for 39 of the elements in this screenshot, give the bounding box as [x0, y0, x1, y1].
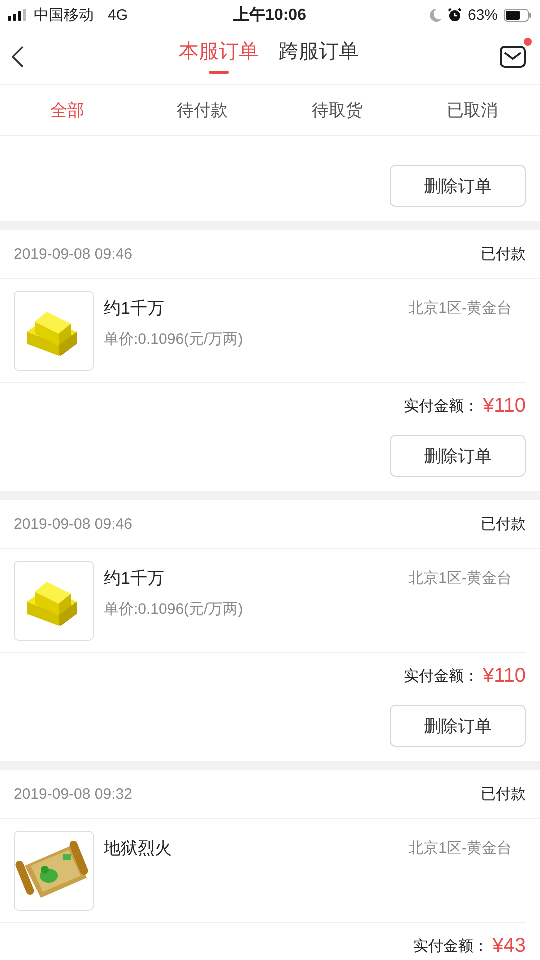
order-tab[interactable]: 跨服订单 — [279, 30, 359, 84]
filter-tab[interactable]: 全部 — [0, 85, 135, 135]
order-status: 已付款 — [481, 784, 526, 804]
order-status: 已付款 — [481, 514, 526, 534]
server-name: 北京1区-黄金台 — [408, 839, 512, 858]
total-amount: ¥110 — [482, 394, 526, 418]
total-amount: ¥43 — [492, 934, 526, 958]
moon-icon — [430, 8, 442, 22]
filter-tab[interactable]: 待付款 — [135, 85, 270, 135]
order-date: 2019-09-08 09:32 — [14, 786, 132, 802]
order-tab[interactable]: 本服订单 — [179, 30, 259, 84]
total-label: 实付金额： — [404, 396, 479, 416]
filter-tab[interactable]: 已取消 — [405, 85, 540, 135]
total-label: 实付金额： — [404, 666, 479, 686]
network-type: 4G — [108, 6, 128, 24]
delete-order-button[interactable]: 删除订单 — [390, 705, 526, 747]
order-date: 2019-09-08 09:46 — [14, 516, 132, 532]
product-name: 地狱烈火 — [104, 838, 173, 860]
back-icon[interactable] — [12, 46, 24, 68]
filter-tab[interactable]: 待取货 — [270, 85, 405, 135]
server-name: 北京1区-黄金台 — [408, 569, 512, 588]
delete-order-button[interactable]: 删除订单 — [390, 435, 526, 477]
alarm-icon — [448, 8, 462, 22]
total-label: 实付金额： — [414, 936, 489, 956]
total-amount: ¥110 — [482, 664, 526, 688]
order-status: 已付款 — [481, 244, 526, 264]
server-name: 北京1区-黄金台 — [408, 299, 512, 318]
clock-time: 上午10:06 — [234, 6, 306, 26]
delete-order-button[interactable]: 删除订单 — [390, 165, 526, 207]
order-date: 2019-09-08 09:46 — [14, 246, 132, 262]
mail-icon[interactable] — [500, 45, 526, 69]
unit-price: 单价:0.1096(元/万两) — [104, 330, 244, 349]
product-name: 约1千万 — [104, 568, 166, 590]
signal-icon — [8, 9, 28, 21]
carrier-name: 中国移动 — [34, 6, 94, 24]
product-name: 约1千万 — [104, 298, 166, 320]
battery-percent: 63% — [468, 6, 498, 24]
battery-icon — [504, 8, 532, 22]
unit-price: 单价:0.1096(元/万两) — [104, 600, 244, 619]
